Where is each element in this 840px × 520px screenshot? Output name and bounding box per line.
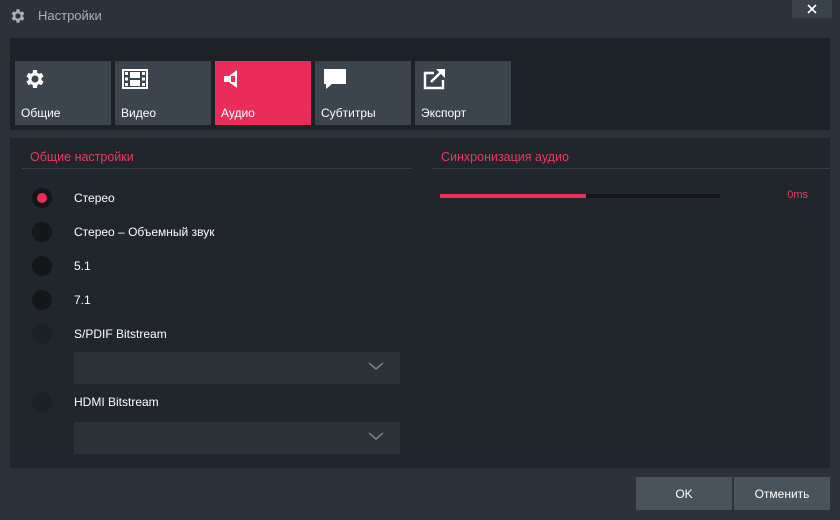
speech-bubble-icon [324, 69, 346, 89]
ok-button[interactable]: OK [636, 477, 732, 510]
cancel-button[interactable]: Отменить [734, 477, 830, 510]
spdif-dropdown[interactable] [74, 352, 400, 384]
tab-label: Аудио [221, 106, 255, 120]
audio-sync-value: 0ms [787, 189, 808, 201]
radio-button[interactable] [32, 256, 52, 276]
tab-bar: Общие Видео Аудио Субтитры Экспорт [10, 38, 830, 130]
hdmi-dropdown[interactable] [74, 422, 400, 454]
radio-label: S/PDIF Bitstream [74, 327, 167, 341]
film-icon [122, 69, 148, 89]
radio-hdmi-bitstream[interactable]: HDMI Bitstream [32, 390, 159, 414]
audio-sync-title: Синхронизация аудио [441, 150, 569, 164]
radio-button[interactable] [32, 324, 52, 344]
tab-label: Экспорт [421, 106, 467, 120]
radio-label: 5.1 [74, 259, 91, 273]
radio-label: Стерео – Объемный звук [74, 225, 215, 239]
tab-video[interactable]: Видео [115, 61, 211, 125]
settings-panel: Общие настройки Стерео Стерео – Объемный… [10, 138, 830, 468]
close-button[interactable] [792, 0, 832, 18]
radio-label: Стерео [74, 191, 115, 205]
window-title: Настройки [38, 8, 102, 23]
divider [22, 168, 412, 169]
general-settings-title: Общие настройки [30, 150, 134, 164]
close-icon [807, 4, 817, 14]
radio-stereo-surround[interactable]: Стерео – Объемный звук [32, 220, 214, 244]
tab-general[interactable]: Общие [15, 61, 111, 125]
speaker-icon [224, 70, 237, 88]
tab-label: Видео [121, 106, 157, 120]
gear-icon [11, 9, 25, 23]
radio-7-1[interactable]: 7.1 [32, 288, 91, 312]
radio-spdif-bitstream[interactable]: S/PDIF Bitstream [32, 322, 167, 346]
radio-label: HDMI Bitstream [74, 395, 159, 409]
radio-button[interactable] [32, 290, 52, 310]
export-icon [423, 69, 445, 90]
divider [432, 168, 830, 169]
gear-icon [26, 70, 44, 88]
title-bar: Настройки [0, 0, 840, 32]
radio-button[interactable] [32, 188, 52, 208]
audio-sync-slider[interactable] [440, 194, 720, 198]
tab-label: Общие [21, 106, 61, 120]
tab-label: Субтитры [321, 106, 376, 120]
slider-fill [440, 194, 586, 198]
chevron-down-icon [368, 432, 384, 440]
radio-label: 7.1 [74, 293, 91, 307]
radio-5-1[interactable]: 5.1 [32, 254, 91, 278]
radio-stereo[interactable]: Стерео [32, 186, 115, 210]
tab-audio[interactable]: Аудио [215, 61, 311, 125]
chevron-down-icon [368, 362, 384, 370]
tab-subtitles[interactable]: Субтитры [315, 61, 411, 125]
tab-export[interactable]: Экспорт [415, 61, 511, 125]
radio-button[interactable] [32, 392, 52, 412]
radio-button[interactable] [32, 222, 52, 242]
